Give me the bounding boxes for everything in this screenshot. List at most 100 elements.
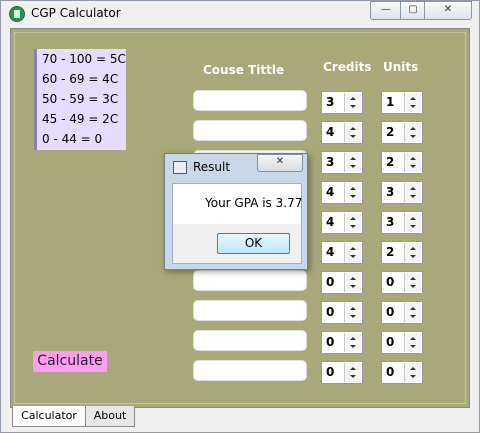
spin-up-icon[interactable] [410,367,416,370]
units-stepper[interactable]: 0 [381,361,423,384]
units-value: 3 [386,215,395,229]
spin-buttons[interactable] [404,153,421,172]
spin-up-icon[interactable] [350,97,356,100]
spin-up-icon[interactable] [350,217,356,220]
spin-up-icon[interactable] [350,187,356,190]
units-stepper[interactable]: 0 [381,331,423,354]
units-stepper[interactable]: 2 [381,241,423,264]
spin-up-icon[interactable] [410,247,416,250]
credits-stepper[interactable]: 0 [321,361,363,384]
calculate-button[interactable]: Calculate [33,351,107,372]
spin-down-icon[interactable] [350,165,356,168]
spin-up-icon[interactable] [410,157,416,160]
spin-up-icon[interactable] [350,277,356,280]
ok-button[interactable]: OK [217,233,290,254]
spin-up-icon[interactable] [350,157,356,160]
spin-down-icon[interactable] [410,255,416,258]
spin-up-icon[interactable] [350,337,356,340]
units-stepper[interactable]: 0 [381,271,423,294]
spin-up-icon[interactable] [410,307,416,310]
credits-stepper[interactable]: 3 [321,151,363,174]
gpa-result-message: Your GPA is 3.77 [205,196,303,210]
credits-stepper[interactable]: 4 [321,211,363,234]
spin-up-icon[interactable] [350,367,356,370]
credits-stepper[interactable]: 0 [321,331,363,354]
spin-buttons[interactable] [344,213,361,232]
spin-down-icon[interactable] [350,105,356,108]
spin-down-icon[interactable] [350,195,356,198]
spin-buttons[interactable] [404,333,421,352]
credits-stepper[interactable]: 0 [321,301,363,324]
spin-buttons[interactable] [404,123,421,142]
tab-about[interactable]: About [85,406,135,427]
units-stepper[interactable]: 3 [381,181,423,204]
spin-down-icon[interactable] [410,105,416,108]
credits-stepper[interactable]: 4 [321,241,363,264]
spin-buttons[interactable] [404,273,421,292]
spin-buttons[interactable] [404,303,421,322]
spin-buttons[interactable] [344,303,361,322]
spin-buttons[interactable] [344,183,361,202]
spin-buttons[interactable] [344,243,361,262]
units-stepper[interactable]: 2 [381,151,423,174]
credits-stepper[interactable]: 4 [321,121,363,144]
spin-up-icon[interactable] [350,127,356,130]
course-title-input[interactable] [193,120,307,141]
spin-up-icon[interactable] [410,337,416,340]
credits-value: 0 [326,365,335,379]
maximize-button[interactable]: ▢ [400,1,426,20]
spin-down-icon[interactable] [350,345,356,348]
dialog-close-button[interactable]: ✕ [257,154,303,172]
spin-up-icon[interactable] [410,217,416,220]
spin-buttons[interactable] [344,123,361,142]
spin-down-icon[interactable] [410,195,416,198]
course-title-input[interactable] [193,270,307,291]
credits-stepper[interactable]: 3 [321,91,363,114]
spin-up-icon[interactable] [410,187,416,190]
credits-stepper[interactable]: 0 [321,271,363,294]
units-value: 2 [386,155,395,169]
spin-down-icon[interactable] [410,135,416,138]
spin-down-icon[interactable] [350,225,356,228]
spin-up-icon[interactable] [350,307,356,310]
spin-buttons[interactable] [344,153,361,172]
spin-buttons[interactable] [344,273,361,292]
spin-buttons[interactable] [344,93,361,112]
spin-down-icon[interactable] [350,315,356,318]
spin-buttons[interactable] [344,363,361,382]
spin-down-icon[interactable] [410,165,416,168]
tab-calculator[interactable]: Calculator [12,406,86,427]
spin-down-icon[interactable] [410,285,416,288]
course-title-input[interactable] [193,330,307,351]
spin-down-icon[interactable] [350,375,356,378]
units-stepper[interactable]: 3 [381,211,423,234]
spin-buttons[interactable] [344,333,361,352]
units-stepper[interactable]: 0 [381,301,423,324]
spin-buttons[interactable] [404,183,421,202]
spin-buttons[interactable] [404,243,421,262]
spin-down-icon[interactable] [410,375,416,378]
spin-up-icon[interactable] [410,277,416,280]
units-stepper[interactable]: 2 [381,121,423,144]
minimize-button[interactable]: — [370,1,402,20]
credits-header: Credits [323,60,372,74]
spin-buttons[interactable] [404,363,421,382]
course-title-input[interactable] [193,90,307,111]
spin-down-icon[interactable] [410,315,416,318]
course-title-input[interactable] [193,360,307,381]
spin-buttons[interactable] [404,213,421,232]
spin-down-icon[interactable] [350,255,356,258]
spin-down-icon[interactable] [410,345,416,348]
spin-down-icon[interactable] [350,135,356,138]
spin-down-icon[interactable] [350,285,356,288]
spin-buttons[interactable] [404,93,421,112]
spin-up-icon[interactable] [350,247,356,250]
close-button[interactable]: ✕ [424,1,472,20]
units-stepper[interactable]: 1 [381,91,423,114]
spin-up-icon[interactable] [410,97,416,100]
credits-value: 3 [326,155,335,169]
spin-down-icon[interactable] [410,225,416,228]
credits-stepper[interactable]: 4 [321,181,363,204]
spin-up-icon[interactable] [410,127,416,130]
course-title-input[interactable] [193,300,307,321]
